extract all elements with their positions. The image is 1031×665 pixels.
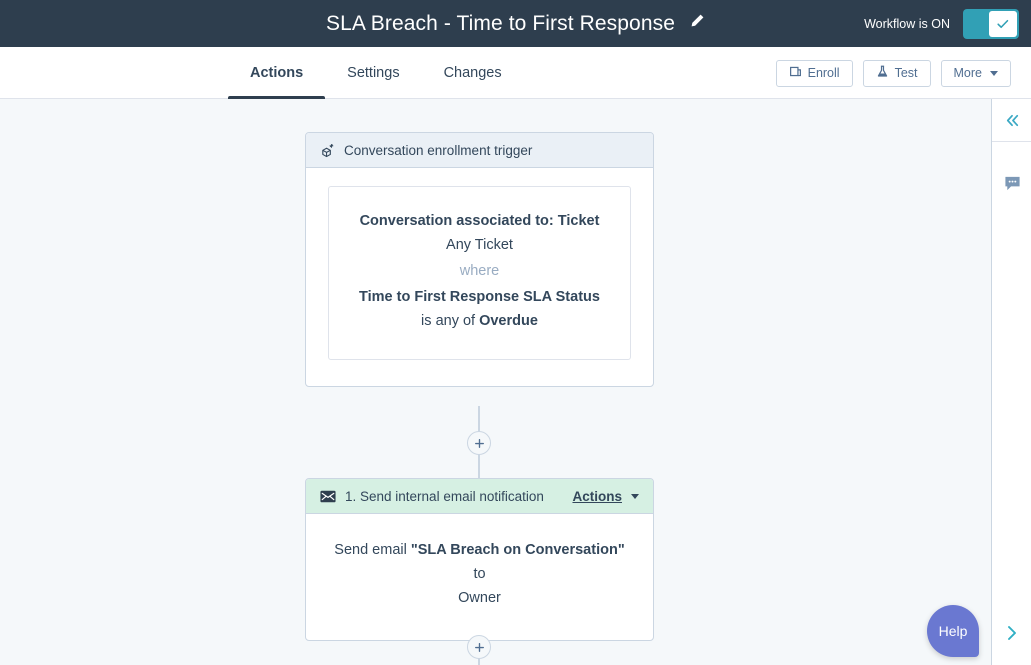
test-button-label: Test <box>894 66 918 80</box>
plus-icon <box>474 438 484 448</box>
help-button[interactable]: Help <box>927 605 979 657</box>
toggle-knob <box>989 10 1017 37</box>
workflow-status-label: Workflow is ON <box>864 16 950 31</box>
action-card-title: 1. Send internal email notification <box>345 488 544 504</box>
workflow-toggle-area: Workflow is ON <box>864 0 1019 47</box>
action-card-body: Send email "SLA Breach on Conversation" … <box>306 514 653 640</box>
tab-settings-label: Settings <box>347 65 400 81</box>
enroll-button[interactable]: Enroll <box>775 59 853 87</box>
trigger-card-title: Conversation enrollment trigger <box>344 142 533 158</box>
comment-bubble-icon <box>1004 176 1020 190</box>
trigger-criteria-box[interactable]: Conversation associated to: Ticket Any T… <box>328 186 631 360</box>
collapse-sidebar-button[interactable] <box>992 99 1031 142</box>
chevrons-left-icon <box>1006 114 1018 126</box>
check-icon <box>997 19 1009 28</box>
help-label: Help <box>938 623 968 639</box>
criteria-anyof: any of <box>435 313 480 329</box>
criteria-where: where <box>459 263 500 279</box>
trigger-card-header: Conversation enrollment trigger <box>306 133 653 168</box>
add-step-button-2[interactable] <box>467 635 491 659</box>
nav-button-group: Enroll Test More <box>775 47 1011 99</box>
criteria-operator: is <box>421 313 432 329</box>
tab-list: Actions Settings Changes <box>228 47 524 100</box>
criteria-property: Time to First Response SLA Status <box>359 289 600 305</box>
workflow-toggle[interactable] <box>963 8 1019 39</box>
flask-icon <box>876 65 889 81</box>
action-recipient: Owner <box>458 590 501 606</box>
tab-changes-label: Changes <box>443 65 502 81</box>
right-sidebar <box>991 99 1031 665</box>
enrollment-trigger-icon <box>320 143 335 158</box>
nav-bar: Actions Settings Changes Enroll Test Mor… <box>0 47 1031 100</box>
add-step-button-1[interactable] <box>467 431 491 455</box>
criteria-line-1: Conversation associated to: Ticket <box>359 213 600 229</box>
chevron-right-icon <box>1008 626 1016 640</box>
tab-actions[interactable]: Actions <box>228 47 326 100</box>
more-button[interactable]: More <box>940 59 1011 87</box>
enrollment-trigger-card[interactable]: Conversation enrollment trigger Conversa… <box>305 132 654 387</box>
test-button[interactable]: Test <box>862 59 931 87</box>
criteria-line-2: Any Ticket <box>446 237 513 253</box>
expand-panel-button[interactable] <box>992 609 1031 657</box>
plus-icon <box>474 642 484 652</box>
action-menu-label: Actions <box>572 488 622 504</box>
enroll-button-label: Enroll <box>807 66 840 80</box>
action-card-1[interactable]: 1. Send internal email notification Acti… <box>305 478 654 641</box>
action-card-header: 1. Send internal email notification Acti… <box>306 479 653 514</box>
workflow-canvas[interactable]: Conversation enrollment trigger Conversa… <box>0 99 991 665</box>
trigger-card-body: Conversation associated to: Ticket Any T… <box>306 168 653 386</box>
action-email-name: "SLA Breach on Conversation" <box>410 542 625 558</box>
top-bar: SLA Breach - Time to First Response Work… <box>0 0 1031 47</box>
tab-settings[interactable]: Settings <box>325 47 421 99</box>
chevron-down-icon <box>631 493 639 499</box>
action-text-post: to <box>473 566 486 582</box>
pencil-icon[interactable] <box>689 13 705 34</box>
more-button-label: More <box>953 66 982 80</box>
action-menu-button[interactable]: Actions <box>572 489 639 504</box>
enroll-icon <box>789 65 802 81</box>
email-icon <box>320 490 336 503</box>
action-text-pre: Send email <box>334 542 411 558</box>
tab-changes[interactable]: Changes <box>422 47 524 99</box>
tab-actions-label: Actions <box>250 65 304 81</box>
criteria-value: Overdue <box>479 313 538 329</box>
page-title: SLA Breach - Time to First Response <box>326 11 675 35</box>
chevron-down-icon <box>990 70 998 76</box>
comments-button[interactable] <box>992 142 1031 224</box>
